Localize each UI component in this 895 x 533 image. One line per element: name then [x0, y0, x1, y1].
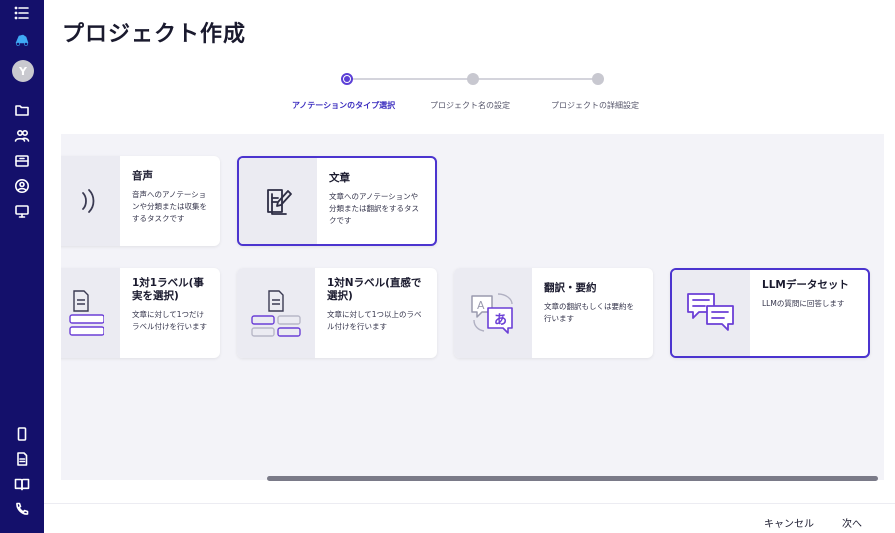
- stepper: アノテーションのタイプ選択 プロジェクト名の設定 プロジェクトの詳細設定: [270, 64, 670, 114]
- step-connector: [478, 78, 596, 80]
- account-circle-icon[interactable]: [11, 175, 33, 197]
- cancel-button[interactable]: キャンセル: [764, 515, 814, 530]
- card-llm-dataset[interactable]: LLMデータセット LLMの質問に回答します: [670, 268, 870, 358]
- menu-icon[interactable]: [11, 2, 33, 24]
- card-description: 文章の翻訳もしくは要約を行います: [544, 302, 634, 323]
- step-2-label[interactable]: プロジェクト名の設定: [430, 100, 510, 111]
- app-window: Y プロジェクト作成 アノテーションのタイプ選択 プロジェクト名の設定 プロジェ…: [0, 0, 895, 533]
- folder-icon[interactable]: [11, 99, 33, 121]
- step-2-indicator[interactable]: [467, 73, 479, 85]
- card-audio[interactable]: 音声 音声へのアノテーションや分類または収集をするタスクです: [61, 156, 220, 246]
- card-translation[interactable]: A あ 翻訳・要約 文章の翻訳もしくは要約を行います: [454, 268, 653, 358]
- card-title: 文章: [329, 172, 350, 184]
- step-3-indicator[interactable]: [592, 73, 604, 85]
- next-button[interactable]: 次へ: [842, 515, 862, 530]
- document-icon[interactable]: [11, 448, 33, 470]
- card-title: 翻訳・要約: [544, 282, 597, 294]
- card-title: 1対Nラベル(直感で選択): [327, 277, 422, 302]
- audio-wave-icon: [61, 156, 120, 246]
- card-multi-label[interactable]: 1対Nラベル(直感で選択) 文章に対して1つ以上のラベル付けを行います: [237, 268, 437, 358]
- card-description: 文章に対して1つ以上のラベル付けを行います: [327, 310, 422, 331]
- translate-glyph-ja: あ: [494, 313, 507, 328]
- card-single-label[interactable]: 1対1ラベル(事実を選択) 文章に対して1つだけラベル付けを行います: [61, 268, 220, 358]
- users-icon[interactable]: [11, 125, 33, 147]
- card-title: 音声: [132, 170, 153, 182]
- annotation-type-list: 音声 音声へのアノテーションや分類または収集をするタスクです 文章 文章へのアノ…: [61, 134, 884, 480]
- card-description: 文章へのアノテーションや分類または翻訳をするタスクです: [329, 192, 419, 225]
- mobile-icon[interactable]: [11, 423, 33, 445]
- phone-icon[interactable]: [11, 498, 33, 520]
- horizontal-scrollbar[interactable]: [267, 476, 878, 481]
- book-icon[interactable]: [11, 473, 33, 495]
- multi-label-icon: [237, 268, 315, 358]
- edit-document-icon: [239, 158, 317, 244]
- step-1-indicator[interactable]: [341, 73, 353, 85]
- card-description: LLMの質問に回答します: [762, 299, 845, 308]
- card-title: LLMデータセット: [762, 279, 849, 291]
- single-label-icon: [61, 268, 120, 358]
- page-title: プロジェクト作成: [62, 22, 247, 47]
- app-logo-icon[interactable]: [11, 28, 33, 50]
- inbox-icon[interactable]: [11, 150, 33, 172]
- card-text[interactable]: 文章 文章へのアノテーションや分類または翻訳をするタスクです: [237, 156, 437, 246]
- avatar[interactable]: Y: [12, 60, 34, 82]
- card-title: 1対1ラベル(事実を選択): [132, 277, 204, 302]
- sidebar: Y: [0, 0, 44, 533]
- card-description: 音声へのアノテーションや分類または収集をするタスクです: [132, 190, 207, 223]
- step-1-label[interactable]: アノテーションのタイプ選択: [292, 100, 395, 111]
- chat-bubbles-icon: [672, 270, 750, 356]
- step-3-label[interactable]: プロジェクトの詳細設定: [551, 100, 639, 111]
- card-description: 文章に対して1つだけラベル付けを行います: [132, 310, 207, 331]
- translate-glyph-a: A: [477, 299, 485, 312]
- step-connector: [352, 78, 472, 80]
- translate-icon: A あ: [454, 268, 532, 358]
- monitor-icon[interactable]: [11, 200, 33, 222]
